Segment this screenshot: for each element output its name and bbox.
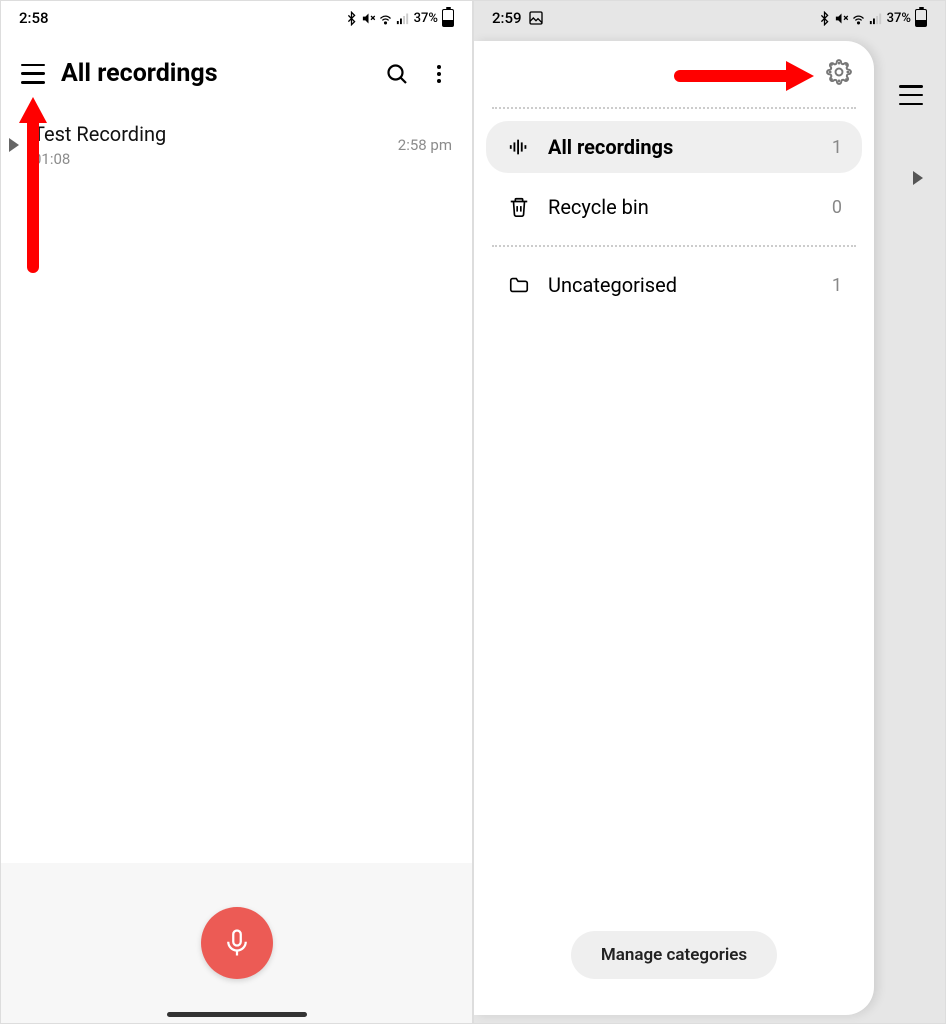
mute-icon — [834, 11, 849, 26]
microphone-icon — [222, 928, 252, 958]
trash-icon — [508, 196, 530, 218]
wifi-icon — [851, 11, 866, 26]
battery-percent: 37% — [414, 11, 438, 26]
search-button[interactable] — [384, 61, 410, 87]
divider — [492, 245, 856, 247]
navigation-drawer: All recordings 1 Recycle bin 0 Uncategor — [474, 41, 874, 1015]
status-bar: 2:58 37% — [1, 1, 472, 31]
recording-time: 2:58 pm — [398, 136, 452, 154]
recording-item[interactable]: Test Recording 01:08 2:58 pm — [1, 106, 472, 184]
gear-icon — [826, 59, 852, 85]
phone-screen-drawer: 2:59 37% — [473, 0, 946, 1024]
status-icons: 37% — [344, 9, 454, 27]
drawer-item-label: All recordings — [548, 135, 816, 159]
play-icon[interactable] — [9, 138, 19, 152]
drawer-item-count: 1 — [832, 137, 842, 158]
signal-icon — [868, 11, 883, 26]
bluetooth-icon — [344, 11, 359, 26]
manage-categories-button[interactable]: Manage categories — [571, 931, 777, 979]
more-icon — [437, 65, 441, 83]
status-icons: 37% — [817, 9, 927, 27]
battery-percent: 37% — [887, 11, 911, 26]
folder-icon — [508, 274, 530, 296]
page-title: All recordings — [61, 59, 368, 88]
drawer-item-recycle-bin[interactable]: Recycle bin 0 — [486, 181, 862, 233]
drawer-item-count: 1 — [832, 275, 842, 296]
battery-icon — [915, 9, 927, 27]
recording-title: Test Recording — [33, 122, 384, 146]
record-button[interactable] — [201, 907, 273, 979]
drawer-item-count: 0 — [832, 197, 842, 218]
divider — [492, 107, 856, 109]
wifi-icon — [378, 11, 393, 26]
status-time: 2:58 — [19, 9, 49, 27]
nav-handle[interactable] — [167, 1012, 307, 1017]
app-header: All recordings — [1, 31, 472, 106]
drawer-item-uncategorised[interactable]: Uncategorised 1 — [486, 259, 862, 311]
more-button[interactable] — [426, 61, 452, 87]
drawer-item-label: Recycle bin — [548, 195, 816, 219]
bg-menu-button — [899, 85, 923, 105]
recording-duration: 01:08 — [33, 150, 384, 168]
phone-screen-main: 2:58 37% All recordings Test Recording 0… — [0, 0, 473, 1024]
image-indicator-icon — [528, 10, 544, 26]
signal-icon — [395, 11, 410, 26]
status-bar: 2:59 37% — [474, 1, 945, 31]
mute-icon — [361, 11, 376, 26]
record-panel — [1, 863, 472, 1023]
search-icon — [385, 62, 409, 86]
battery-icon — [442, 9, 454, 27]
waveform-icon — [508, 136, 530, 158]
menu-button[interactable] — [21, 64, 45, 84]
status-time: 2:59 — [492, 9, 522, 27]
bg-play-icon — [913, 171, 923, 185]
settings-button[interactable] — [826, 59, 852, 89]
bluetooth-icon — [817, 11, 832, 26]
drawer-item-label: Uncategorised — [548, 273, 816, 297]
drawer-item-all-recordings[interactable]: All recordings 1 — [486, 121, 862, 173]
